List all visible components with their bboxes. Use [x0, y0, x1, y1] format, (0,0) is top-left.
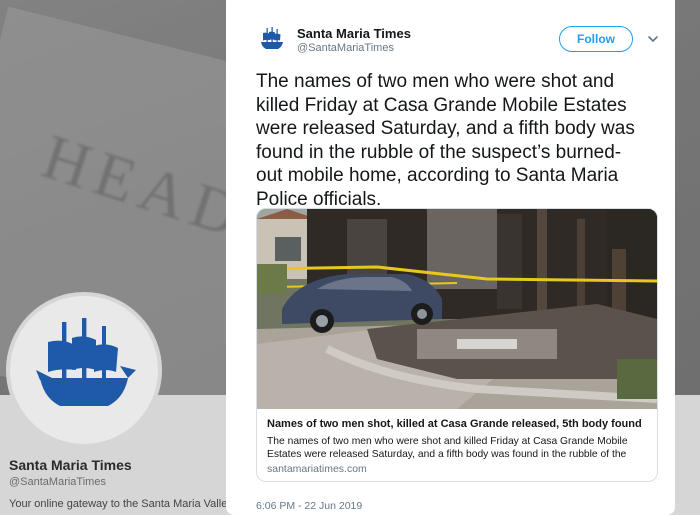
tweet-timestamp[interactable]: 6:06 PM - 22 Jun 2019 — [256, 500, 362, 512]
link-preview-photo — [257, 209, 657, 409]
link-preview-domain: santamariatimes.com — [267, 463, 367, 475]
tweet-text: The names of two men who were shot and k… — [256, 71, 635, 210]
link-preview-title[interactable]: Names of two men shot, killed at Casa Gr… — [267, 418, 647, 430]
tweet-author-name[interactable]: Santa Maria Times — [297, 26, 411, 41]
profile-handle[interactable]: @SantaMariaTimes — [9, 476, 106, 488]
tweet-avatar[interactable] — [256, 24, 288, 56]
tweet-author-handle[interactable]: @SantaMariaTimes — [297, 42, 394, 54]
link-preview-description: The names of two men who were shot and k… — [267, 436, 628, 460]
tweet-card: Santa Maria Times @SantaMariaTimes Follo… — [226, 0, 675, 515]
profile-bio: Your online gateway to the Santa Maria V… — [9, 498, 236, 510]
ship-logo-icon — [261, 27, 283, 49]
profile-name[interactable]: Santa Maria Times — [9, 457, 132, 473]
ship-logo-icon — [36, 318, 136, 406]
chevron-down-icon[interactable] — [646, 32, 660, 46]
profile-avatar[interactable] — [6, 292, 162, 448]
link-preview-card[interactable]: Names of two men shot, killed at Casa Gr… — [256, 208, 658, 482]
follow-button[interactable]: Follow — [559, 26, 633, 52]
